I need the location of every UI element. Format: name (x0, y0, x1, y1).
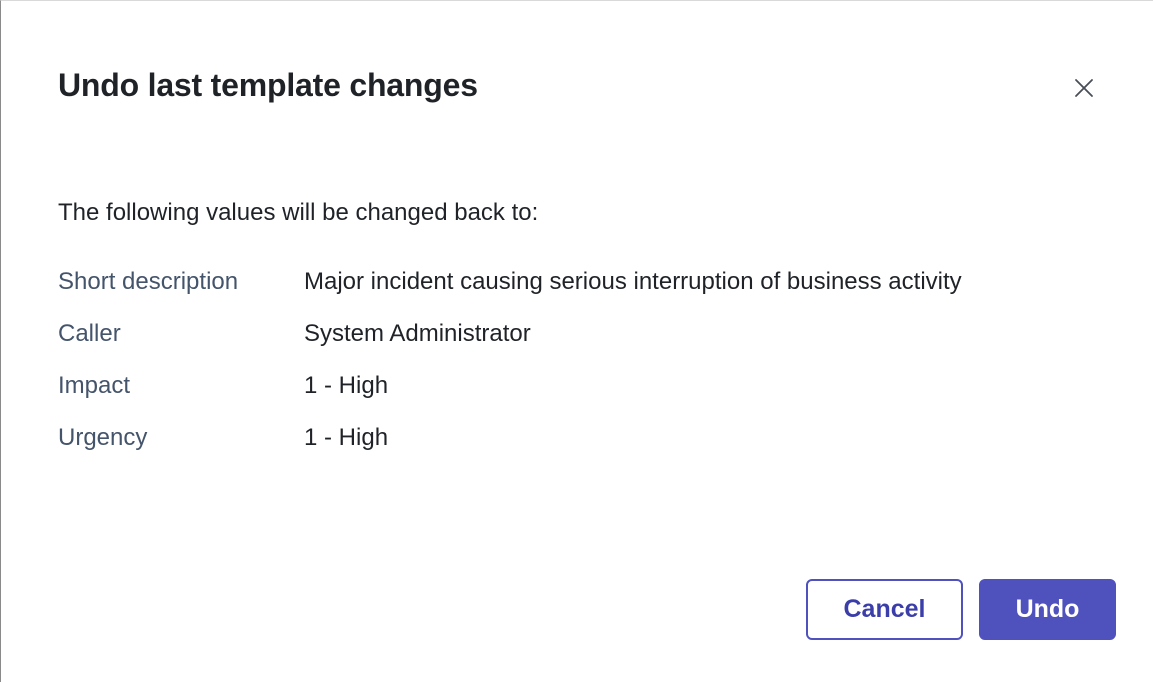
field-value: 1 - High (304, 424, 389, 451)
close-button[interactable] (1065, 69, 1103, 107)
dialog-title: Undo last template changes (58, 67, 478, 103)
field-row-short-description: Short description Major incident causing… (58, 263, 1058, 301)
changed-fields-list: Short description Major incident causing… (58, 263, 1058, 471)
field-label: Caller (58, 320, 121, 347)
field-label: Urgency (58, 424, 148, 451)
undo-template-dialog: Undo last template changes The following… (0, 0, 1153, 682)
field-value: System Administrator (304, 320, 531, 347)
field-label: Impact (58, 372, 131, 399)
field-row-impact: Impact 1 - High (58, 367, 1058, 405)
field-label: Short description (58, 268, 239, 295)
field-row-urgency: Urgency 1 - High (58, 419, 1058, 457)
close-icon (1075, 79, 1093, 97)
field-value: Major incident causing serious interrupt… (304, 268, 962, 295)
dialog-intro-text: The following values will be changed bac… (58, 199, 539, 226)
field-row-caller: Caller System Administrator (58, 315, 1058, 353)
cancel-button[interactable]: Cancel (806, 579, 963, 640)
field-value: 1 - High (304, 372, 389, 399)
undo-button[interactable]: Undo (979, 579, 1116, 640)
